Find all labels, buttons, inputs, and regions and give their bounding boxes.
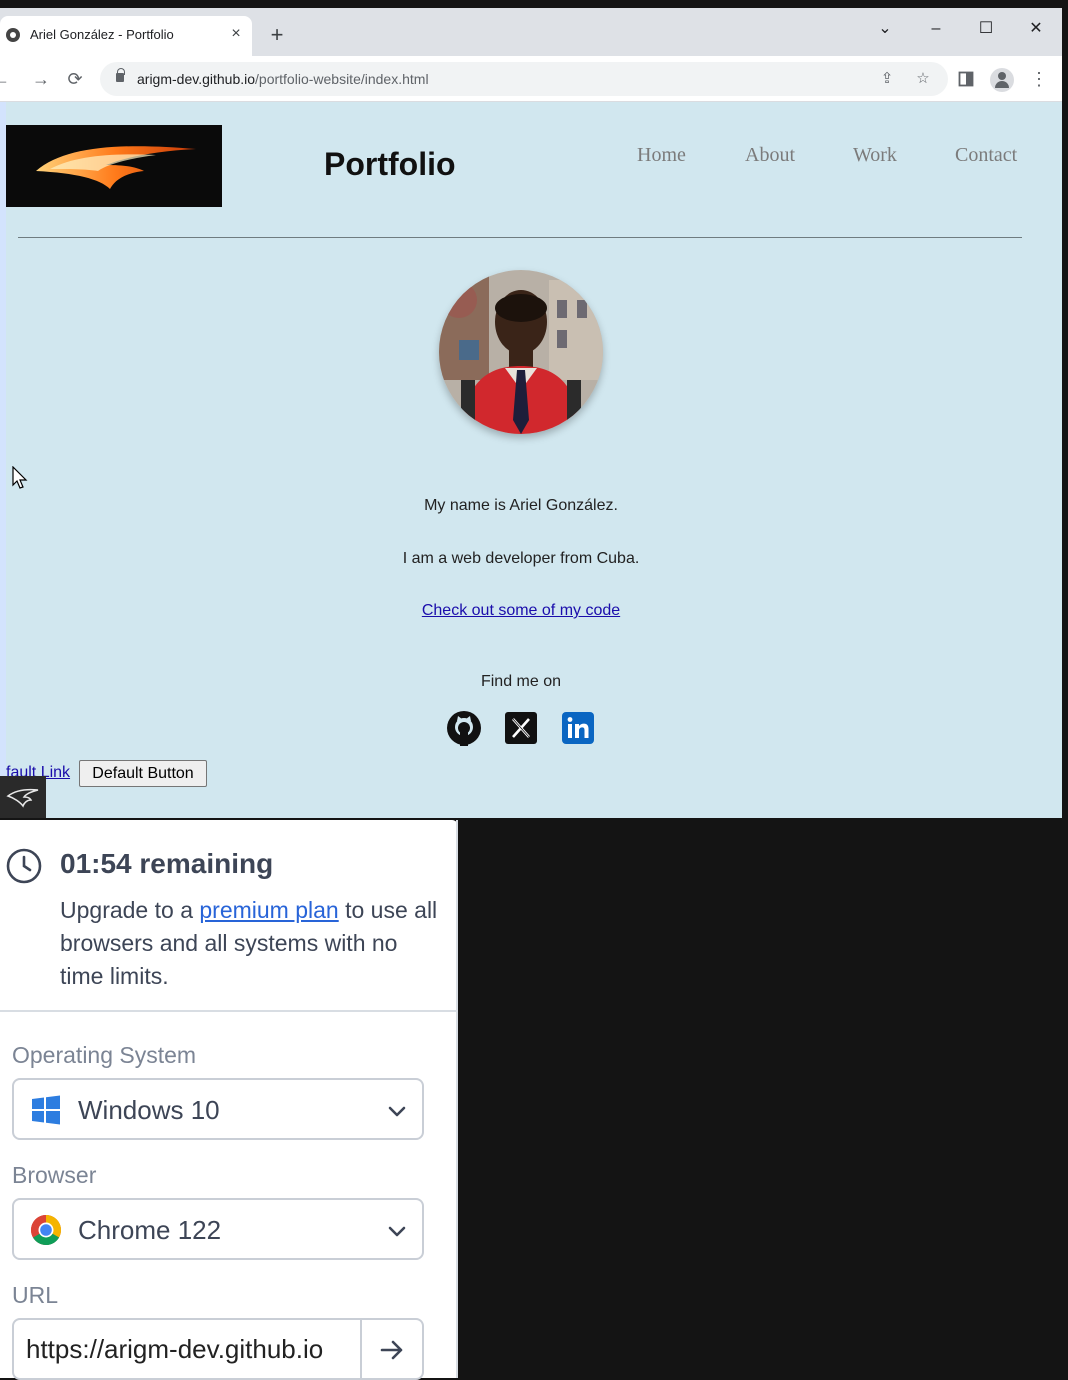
minimize-button[interactable]: – bbox=[916, 14, 956, 44]
bookmark-star-icon[interactable]: ☆ bbox=[914, 70, 932, 88]
flame-logo-icon bbox=[36, 146, 196, 189]
linkedin-icon[interactable] bbox=[560, 710, 596, 746]
github-icon[interactable] bbox=[446, 710, 482, 746]
chevron-down-icon bbox=[388, 1226, 406, 1237]
intro-name: My name is Ariel González. bbox=[424, 497, 618, 514]
url-input[interactable] bbox=[12, 1318, 362, 1380]
tab-close-button[interactable]: × bbox=[226, 24, 246, 44]
favicon-icon bbox=[6, 28, 20, 42]
x-icon[interactable] bbox=[503, 710, 539, 746]
portrait-image bbox=[439, 270, 603, 434]
browser-select[interactable]: Chrome 122 bbox=[12, 1198, 424, 1260]
chrome-icon bbox=[30, 1215, 62, 1246]
default-button[interactable]: Default Button bbox=[79, 760, 207, 787]
upgrade-text-pre: Upgrade to a bbox=[60, 897, 200, 923]
nav-contact[interactable]: Contact bbox=[955, 144, 1017, 167]
reload-icon[interactable]: ⟳ bbox=[64, 68, 86, 90]
settings-form: Operating System Windows 10 Browser Chro… bbox=[0, 1012, 458, 1380]
windows-icon bbox=[32, 1095, 60, 1125]
browser-label: Browser bbox=[12, 1162, 97, 1188]
header-divider bbox=[18, 237, 1022, 238]
os-value: Windows 10 bbox=[78, 1095, 220, 1125]
arrow-right-icon bbox=[380, 1340, 403, 1360]
mouse-cursor-icon bbox=[12, 466, 28, 489]
share-icon[interactable]: ⇪ bbox=[878, 70, 896, 88]
side-panel-icon[interactable] bbox=[958, 71, 974, 87]
find-me-label: Find me on bbox=[480, 673, 562, 690]
tab-title: Ariel González - Portfolio bbox=[30, 27, 174, 42]
url-text[interactable]: arigm-dev.github.io/portfolio-website/in… bbox=[137, 71, 429, 87]
mini-logo[interactable] bbox=[0, 776, 46, 818]
site-title: Portfolio bbox=[324, 146, 456, 182]
logo-thumbnail-icon bbox=[6, 788, 39, 808]
browser-value: Chrome 122 bbox=[78, 1215, 222, 1245]
nav-home[interactable]: Home bbox=[637, 144, 686, 167]
timer-section: 01:54 remaining Upgrade to a premium pla… bbox=[0, 820, 458, 1012]
profile-photo bbox=[439, 270, 603, 434]
url-label: URL bbox=[12, 1282, 59, 1308]
url-host: arigm-dev.github.io bbox=[137, 71, 256, 87]
address-bar[interactable]: arigm-dev.github.io/portfolio-website/in… bbox=[100, 62, 948, 96]
new-tab-button[interactable]: + bbox=[266, 24, 288, 46]
nav-about[interactable]: About bbox=[745, 144, 795, 167]
forward-icon[interactable]: → bbox=[30, 68, 52, 90]
time-remaining: 01:54 remaining bbox=[60, 848, 274, 879]
lock-icon[interactable] bbox=[116, 68, 125, 82]
maximize-button[interactable]: ☐ bbox=[966, 14, 1006, 44]
control-panel: 01:54 remaining Upgrade to a premium pla… bbox=[0, 820, 458, 1380]
os-label: Operating System bbox=[12, 1042, 197, 1068]
close-window-button[interactable]: ✕ bbox=[1016, 14, 1056, 44]
page-viewport: Portfolio Home About Work Contact My nam… bbox=[6, 102, 1062, 818]
browser-tab[interactable]: Ariel González - Portfolio × bbox=[0, 16, 252, 56]
browser-window: Ariel González - Portfolio × + ⌄ – ☐ ✕ ←… bbox=[0, 8, 1062, 818]
menu-icon[interactable]: ⋮ bbox=[1030, 68, 1048, 90]
intro-role: I am a web developer from Cuba. bbox=[402, 550, 640, 567]
site-logo[interactable] bbox=[6, 125, 222, 207]
tab-search-button[interactable]: ⌄ bbox=[865, 14, 905, 44]
profile-icon[interactable] bbox=[990, 68, 1014, 92]
chevron-down-icon bbox=[388, 1106, 406, 1117]
premium-plan-link[interactable]: premium plan bbox=[199, 897, 338, 923]
code-link[interactable]: Check out some of my code bbox=[422, 602, 620, 619]
browser-toolbar: ← → ⟳ arigm-dev.github.io/portfolio-webs… bbox=[0, 56, 1062, 102]
url-path: /portfolio-website/index.html bbox=[255, 71, 429, 87]
nav-work[interactable]: Work bbox=[853, 144, 897, 167]
tab-strip: Ariel González - Portfolio × + ⌄ – ☐ ✕ bbox=[0, 8, 1062, 56]
clock-icon bbox=[6, 848, 42, 884]
back-icon[interactable]: ← bbox=[0, 68, 12, 90]
code-link-row: Check out some of my code bbox=[6, 602, 1036, 620]
url-go-button[interactable] bbox=[360, 1318, 424, 1380]
os-select[interactable]: Windows 10 bbox=[12, 1078, 424, 1140]
upgrade-message: Upgrade to a premium plan to use all bro… bbox=[60, 894, 440, 993]
